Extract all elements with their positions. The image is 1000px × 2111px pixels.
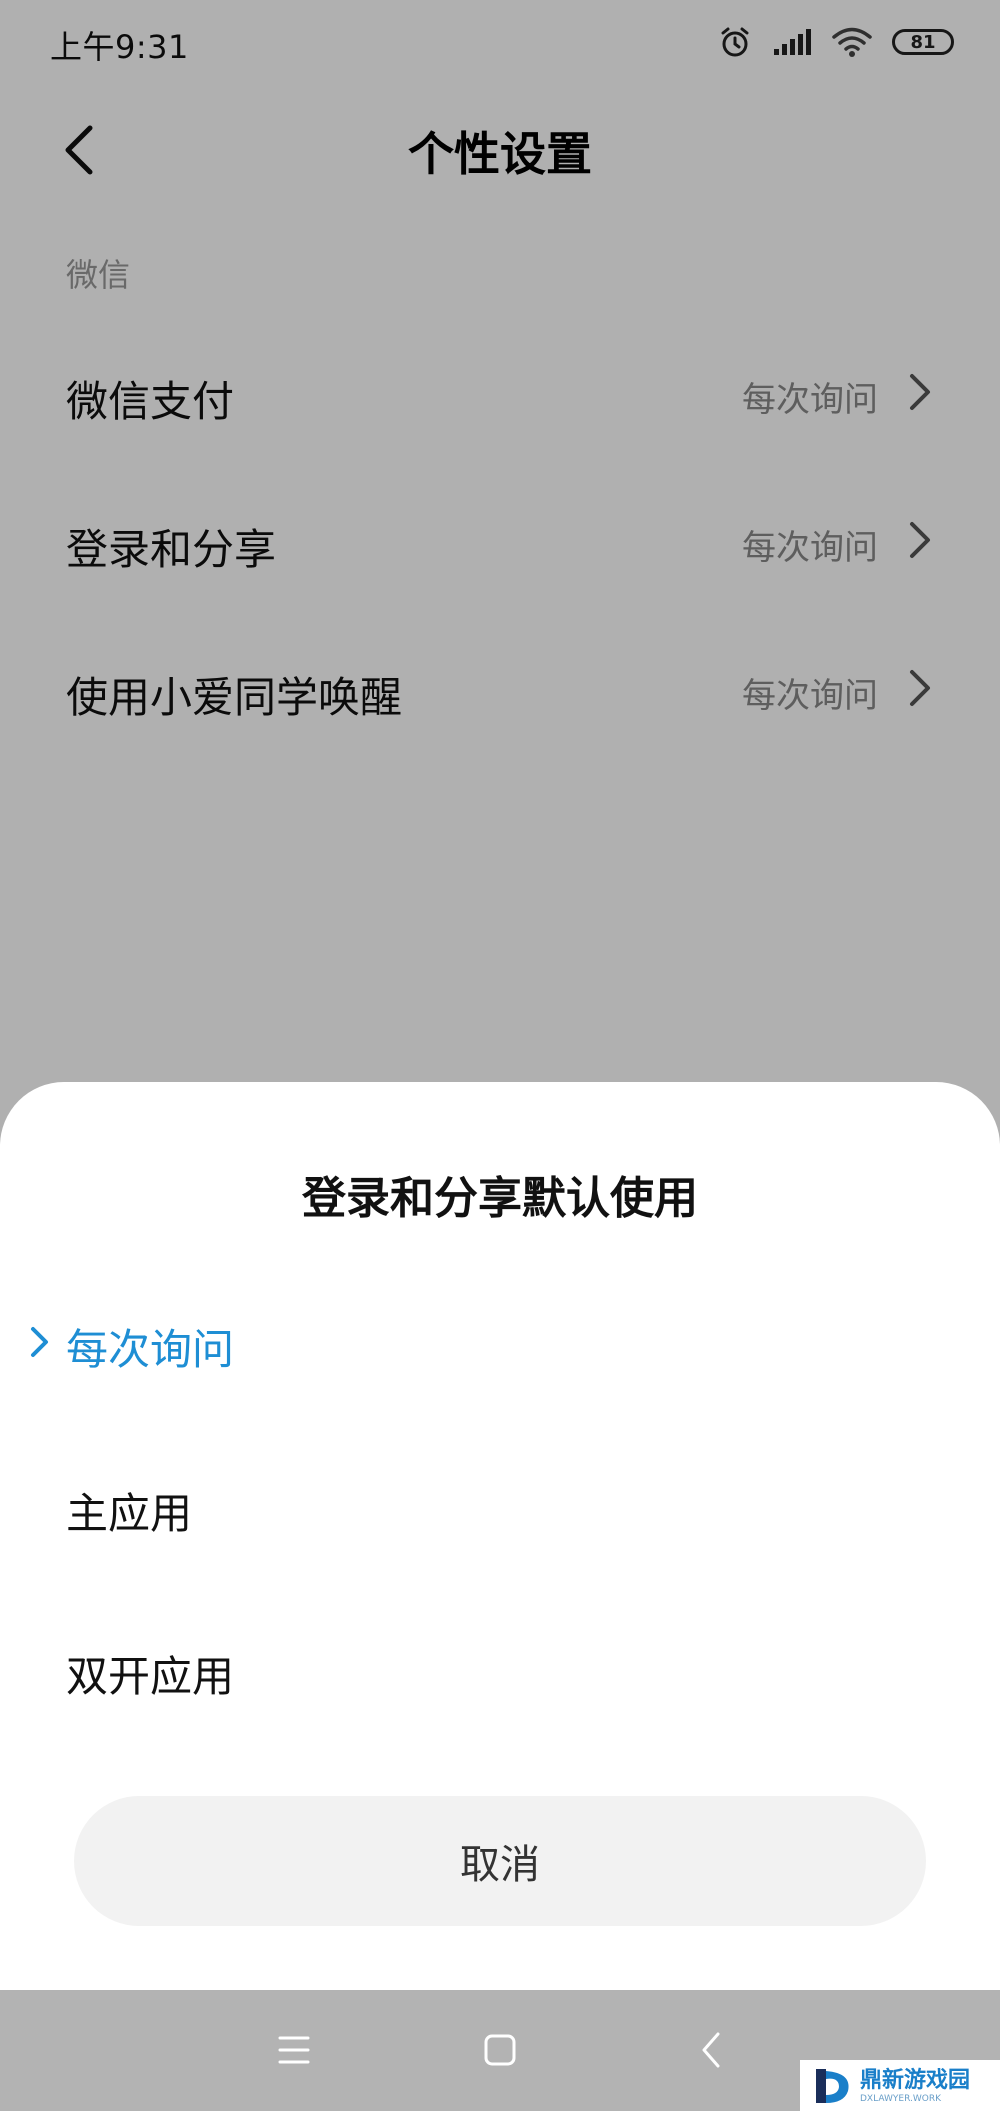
- option-label: 每次询问: [66, 1325, 235, 1374]
- option-main-app[interactable]: 主应用: [0, 1446, 1000, 1566]
- watermark-main: 鼎新游戏园: [860, 2067, 971, 2093]
- watermark-sub: DXLAWYER.WORK: [860, 2093, 941, 2104]
- option-label: 双开应用: [66, 1652, 235, 1701]
- home-button[interactable]: [470, 2020, 530, 2080]
- chevron-right-icon: [31, 1327, 48, 1357]
- screen: 上午9:31 81 个性设置 微信 微信支付 每次询问 登录和分享 每次询问 使…: [0, 0, 1000, 2111]
- home-icon: [484, 2034, 516, 2066]
- watermark-text: 鼎新游戏园 DXLAWYER.WORK: [860, 2068, 970, 2104]
- nav-back-button[interactable]: [682, 2020, 742, 2080]
- sheet-title: 登录和分享默认使用: [302, 1173, 698, 1224]
- back-icon: [702, 2032, 720, 2068]
- option-label: 主应用: [66, 1489, 193, 1538]
- menu-button[interactable]: [264, 2020, 324, 2080]
- cancel-button[interactable]: 取消: [74, 1796, 926, 1926]
- bottom-sheet: 登录和分享默认使用 每次询问 主应用 双开应用 取消: [0, 1082, 1000, 1990]
- option-ask-every-time[interactable]: 每次询问: [0, 1282, 1000, 1402]
- watermark: 鼎新游戏园 DXLAWYER.WORK: [800, 2060, 1000, 2111]
- menu-icon: [278, 2036, 310, 2064]
- watermark-logo-icon: [816, 2068, 849, 2103]
- option-dual-app[interactable]: 双开应用: [0, 1609, 1000, 1729]
